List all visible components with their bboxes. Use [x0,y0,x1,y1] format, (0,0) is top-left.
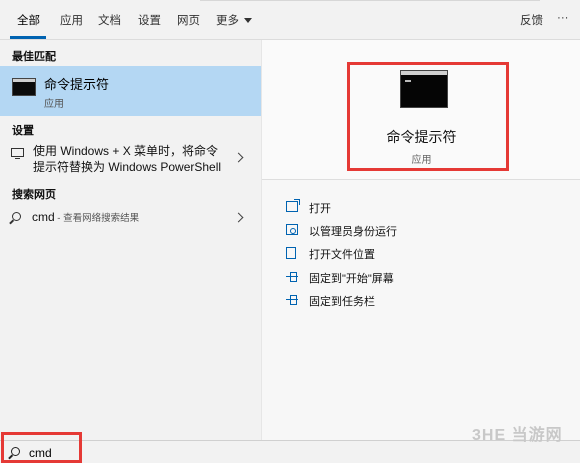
web-search-result[interactable]: cmd - 查看网络搜索结果 [0,208,261,230]
search-filter-tabs: 全部 应用 文档 设置 网页 更多 反馈 ··· [0,0,580,40]
action-open[interactable]: 打开 [286,198,566,218]
search-icon [11,447,20,456]
web-search-text: cmd - 查看网络搜索结果 [32,210,139,224]
open-icon [286,199,300,212]
action-run-as-admin[interactable]: 以管理员身份运行 [286,221,566,241]
action-pin-to-taskbar-label: 固定到任务栏 [309,296,375,308]
best-match-result[interactable]: 命令提示符 应用 [0,66,261,116]
pin-icon [286,294,298,305]
file-location-icon [286,247,296,259]
tab-more-label: 更多 [216,15,239,27]
more-options-button[interactable]: ··· [557,12,569,24]
settings-result-label: 使用 Windows + X 菜单时，将命令提示符替换为 Windows Pow… [33,144,222,174]
preview-app-type: 应用 [411,155,432,166]
active-tab-indicator [10,36,46,39]
action-pin-to-start[interactable]: 固定到"开始"屏幕 [286,268,566,288]
action-pin-to-taskbar[interactable]: 固定到任务栏 [286,291,566,311]
action-open-label: 打开 [309,203,331,215]
preview-app-name: 命令提示符 [386,129,457,145]
command-prompt-icon [12,78,36,96]
web-search-query: cmd [32,210,55,224]
tab-all[interactable]: 全部 [17,12,40,28]
chevron-right-icon[interactable] [233,152,244,163]
admin-shield-icon [286,224,298,235]
best-match-heading: 最佳匹配 [12,51,56,63]
action-open-file-location-label: 打开文件位置 [309,249,375,261]
feedback-button[interactable]: 反馈 [520,12,543,28]
action-run-as-admin-label: 以管理员身份运行 [309,226,397,238]
results-list: 最佳匹配 命令提示符 应用 设置 使用 Windows + X 菜单时，将命令提… [0,40,261,440]
top-edge-artifact [200,0,540,6]
tab-web[interactable]: 网页 [177,12,200,28]
site-watermark: 3HE 当游网 [472,427,563,444]
monitor-icon [11,148,24,159]
tab-apps[interactable]: 应用 [60,12,83,28]
action-open-file-location[interactable]: 打开文件位置 [286,244,566,264]
chevron-right-icon[interactable] [233,212,244,223]
preview-panel: 命令提示符 应用 打开 以管理员身份运行 打开文件位置 固定到"开始"屏幕 固定… [261,40,580,440]
app-preview: 命令提示符 应用 [262,40,580,180]
tab-documents[interactable]: 文档 [98,12,121,28]
web-search-heading: 搜索网页 [12,189,56,201]
best-match-type: 应用 [44,99,64,110]
search-icon [12,212,21,221]
best-match-name: 命令提示符 [44,77,110,92]
tab-more[interactable]: 更多 [216,12,252,28]
pin-icon [286,271,298,282]
settings-result[interactable]: 使用 Windows + X 菜单时，将命令提示符替换为 Windows Pow… [0,140,261,180]
command-prompt-large-icon [400,70,448,108]
tab-settings[interactable]: 设置 [138,12,161,28]
action-pin-to-start-label: 固定到"开始"屏幕 [309,273,394,285]
search-input[interactable] [29,445,229,461]
chevron-down-icon [244,18,252,24]
settings-heading: 设置 [12,125,34,137]
web-search-hint: - 查看网络搜索结果 [54,213,140,224]
